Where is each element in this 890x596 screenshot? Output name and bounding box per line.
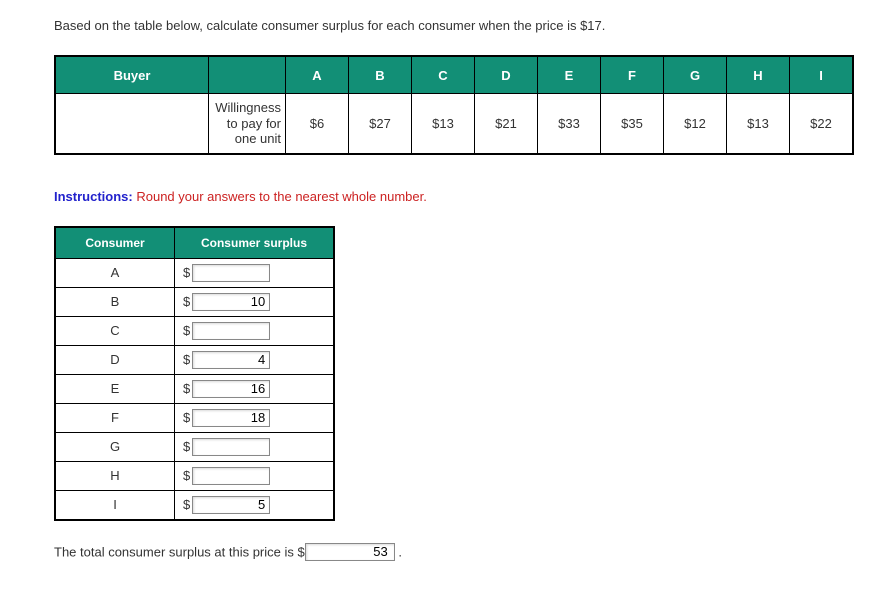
wtp-header-buyer: Buyer: [55, 56, 209, 94]
dollar-sign: $: [183, 352, 190, 367]
total-input[interactable]: [305, 543, 395, 561]
consumer-cell: A: [55, 258, 175, 287]
consumer-cell: E: [55, 374, 175, 403]
table-row: C $: [55, 316, 334, 345]
surplus-input-C[interactable]: [192, 322, 270, 340]
surplus-input-F[interactable]: [192, 409, 270, 427]
dollar-sign: $: [183, 381, 190, 396]
wtp-header-I: I: [790, 56, 854, 94]
surplus-input-A[interactable]: [192, 264, 270, 282]
wtp-header-A: A: [286, 56, 349, 94]
surplus-table: Consumer Consumer surplus A $ B $ C $ D …: [54, 226, 335, 521]
surplus-cell: $: [175, 374, 335, 403]
dollar-sign: $: [183, 468, 190, 483]
wtp-cell: $21: [475, 94, 538, 154]
wtp-cell: $35: [601, 94, 664, 154]
surplus-cell: $: [175, 345, 335, 374]
instructions: Instructions: Round your answers to the …: [54, 189, 890, 204]
wtp-header-B: B: [349, 56, 412, 94]
dollar-sign: $: [183, 439, 190, 454]
consumer-cell: B: [55, 287, 175, 316]
surplus-input-D[interactable]: [192, 351, 270, 369]
surplus-header-surplus: Consumer surplus: [175, 227, 335, 259]
wtp-cell: $13: [412, 94, 475, 154]
surplus-cell: $: [175, 316, 335, 345]
dollar-sign: $: [183, 497, 190, 512]
wtp-cell: $33: [538, 94, 601, 154]
surplus-cell: $: [175, 490, 335, 520]
table-row: F $: [55, 403, 334, 432]
consumer-cell: H: [55, 461, 175, 490]
wtp-cell: $27: [349, 94, 412, 154]
question-text: Based on the table below, calculate cons…: [54, 18, 890, 33]
surplus-input-I[interactable]: [192, 496, 270, 514]
surplus-input-B[interactable]: [192, 293, 270, 311]
consumer-cell: G: [55, 432, 175, 461]
consumer-cell: I: [55, 490, 175, 520]
consumer-cell: F: [55, 403, 175, 432]
table-row: E $: [55, 374, 334, 403]
total-line: The total consumer surplus at this price…: [54, 543, 890, 561]
wtp-header-G: G: [664, 56, 727, 94]
dollar-sign: $: [183, 265, 190, 280]
instructions-label: Instructions:: [54, 189, 133, 204]
dollar-sign: $: [183, 294, 190, 309]
wtp-row-blank: [55, 94, 209, 154]
surplus-cell: $: [175, 403, 335, 432]
table-row: H $: [55, 461, 334, 490]
wtp-header-C: C: [412, 56, 475, 94]
surplus-header-consumer: Consumer: [55, 227, 175, 259]
wtp-header-H: H: [727, 56, 790, 94]
wtp-cell: $22: [790, 94, 854, 154]
table-row: G $: [55, 432, 334, 461]
table-row: B $: [55, 287, 334, 316]
consumer-cell: C: [55, 316, 175, 345]
surplus-input-H[interactable]: [192, 467, 270, 485]
surplus-cell: $: [175, 432, 335, 461]
total-prefix: The total consumer surplus at this price…: [54, 544, 305, 559]
wtp-header-E: E: [538, 56, 601, 94]
instructions-text: Round your answers to the nearest whole …: [133, 189, 427, 204]
wtp-header-F: F: [601, 56, 664, 94]
table-row: I $: [55, 490, 334, 520]
wtp-cell: $13: [727, 94, 790, 154]
surplus-input-E[interactable]: [192, 380, 270, 398]
wtp-cell: $12: [664, 94, 727, 154]
dollar-sign: $: [183, 410, 190, 425]
wtp-row-label: Willingness to pay for one unit: [209, 94, 286, 154]
willingness-table: Buyer A B C D E F G H I Willingness to p…: [54, 55, 854, 155]
dollar-sign: $: [183, 323, 190, 338]
table-row: A $: [55, 258, 334, 287]
wtp-cell: $6: [286, 94, 349, 154]
surplus-input-G[interactable]: [192, 438, 270, 456]
total-suffix: .: [398, 544, 402, 559]
wtp-header-D: D: [475, 56, 538, 94]
table-row: D $: [55, 345, 334, 374]
wtp-header-blank: [209, 56, 286, 94]
surplus-cell: $: [175, 258, 335, 287]
surplus-cell: $: [175, 287, 335, 316]
surplus-cell: $: [175, 461, 335, 490]
consumer-cell: D: [55, 345, 175, 374]
